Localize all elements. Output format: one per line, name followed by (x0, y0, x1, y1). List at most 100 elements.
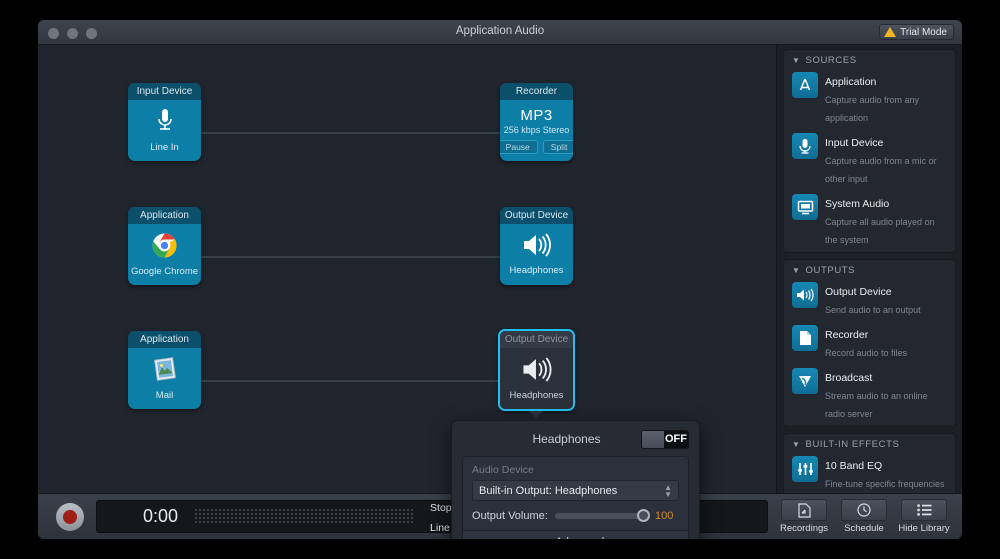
popover-title: Headphones (532, 432, 601, 446)
item-desc: Fine-tune specific frequencies (825, 479, 945, 489)
recorder-format: MP3 (520, 107, 553, 124)
output-volume-row: Output Volume: 100 (472, 509, 679, 522)
broadcast-icon (792, 368, 818, 394)
node-header: Application (128, 207, 201, 224)
record-dot-icon (63, 509, 77, 524)
chevron-right-icon: › (547, 536, 551, 540)
connection-line (201, 132, 546, 134)
recordings-button[interactable]: Recordings (778, 499, 830, 534)
document-icon (792, 325, 818, 351)
clock-icon (841, 499, 887, 521)
node-application-mail[interactable]: Application Mail (128, 331, 201, 409)
enable-toggle[interactable]: OFF (641, 429, 689, 449)
recordings-icon (781, 499, 827, 521)
pause-button[interactable]: Pause (500, 140, 538, 154)
item-title: 10 Band EQ (825, 460, 883, 472)
stepper-arrows-icon: ▲ ▼ (664, 482, 672, 499)
audio-device-label: Audio Device (472, 464, 534, 476)
recorder-buttons: Pause Split (500, 140, 573, 154)
warning-triangle-icon (884, 27, 897, 37)
node-header: Output Device (500, 331, 573, 348)
node-header: Input Device (128, 83, 201, 100)
record-button-wrap (38, 502, 96, 531)
sources-panel: ▼ SOURCES Application Capture audio from… (783, 49, 956, 253)
node-output-device-headphones[interactable]: Output Device Headphones (500, 207, 573, 285)
advanced-label: Advanced (555, 536, 604, 540)
hide-library-button[interactable]: Hide Library (898, 499, 950, 534)
schedule-label: Schedule (844, 523, 884, 534)
built-in-effects-header[interactable]: ▼ BUILT-IN EFFECTS (784, 434, 955, 453)
node-output-device-headphones-selected[interactable]: Output Device Headphones (498, 329, 575, 411)
outputs-title: OUTPUTS (805, 265, 856, 276)
schedule-button[interactable]: Schedule (838, 499, 890, 534)
node-header: Output Device (500, 207, 573, 224)
chevron-down-icon: ▼ (792, 440, 801, 449)
output-volume-slider[interactable] (554, 509, 650, 522)
trial-mode-label: Trial Mode (900, 26, 947, 38)
sidebar-item-recorder[interactable]: Recorder Record audio to files (784, 322, 955, 365)
node-label: Headphones (509, 265, 564, 276)
item-desc: Send audio to an output (825, 305, 921, 315)
monitor-icon (792, 194, 818, 220)
popover-card: Audio Device Built-in Output: Headphones… (462, 456, 689, 539)
item-title: Input Device (825, 137, 884, 149)
microphone-icon (155, 108, 175, 139)
slider-handle[interactable] (637, 509, 650, 522)
speaker-icon (521, 356, 553, 387)
toggle-label: OFF (664, 430, 688, 448)
audio-device-value: Built-in Output: Headphones (479, 484, 618, 497)
sidebar-item-output-device[interactable]: Output Device Send audio to an output (784, 279, 955, 322)
item-title: Application (825, 76, 877, 88)
sources-header[interactable]: ▼ SOURCES (784, 50, 955, 69)
toolbar-buttons: Recordings Schedule Hide Library (778, 499, 962, 534)
node-input-device-line-in[interactable]: Input Device Line In (128, 83, 201, 161)
item-desc: Stream audio to an online radio server (825, 391, 928, 419)
elapsed-timer: 0:00 (143, 506, 179, 526)
output-volume-label: Output Volume: (472, 510, 548, 522)
library-sidebar: ▼ SOURCES Application Capture audio from… (776, 45, 962, 539)
outputs-panel: ▼ OUTPUTS Output Device Send audio to an… (783, 259, 956, 427)
item-desc: Record audio to files (825, 348, 908, 358)
item-title: Output Device (825, 286, 892, 298)
item-desc: Capture audio from any application (825, 95, 920, 123)
record-button[interactable] (56, 502, 84, 531)
title-bar: Application Audio Trial Mode (38, 20, 962, 45)
speaker-icon (792, 282, 818, 308)
audio-device-select[interactable]: Built-in Output: Headphones ▲ ▼ (472, 480, 679, 501)
hide-library-label: Hide Library (898, 523, 950, 534)
advanced-disclosure[interactable]: › Advanced (463, 530, 688, 539)
connection-line (201, 380, 546, 382)
sidebar-item-input-device[interactable]: Input Device Capture audio from a mic or… (784, 130, 955, 191)
sources-title: SOURCES (805, 55, 857, 66)
level-meter (194, 508, 415, 525)
output-volume-value: 100 (655, 510, 674, 522)
chevron-down-icon: ▼ (792, 266, 801, 275)
item-title: Recorder (825, 329, 869, 341)
popover-header: Headphones OFF (462, 429, 689, 449)
sidebar-item-system-audio[interactable]: System Audio Capture all audio played on… (784, 191, 955, 252)
chrome-icon (152, 233, 177, 263)
toggle-knob (642, 430, 664, 448)
sidebar-item-application[interactable]: Application Capture audio from any appli… (784, 69, 955, 130)
node-label: Google Chrome (130, 265, 199, 277)
node-header: Application (128, 331, 201, 348)
split-button[interactable]: Split (542, 140, 573, 154)
app-window: Application Audio Trial Mode Input Devic… (38, 20, 962, 539)
item-title: Broadcast (825, 372, 873, 384)
sidebar-item-10-band-eq[interactable]: 10 Band EQ Fine-tune specific frequencie… (784, 453, 955, 496)
chevron-down-icon: ▼ (792, 56, 801, 65)
item-desc: Capture all audio played on the system (825, 217, 935, 245)
recorder-bitrate: 256 kbps Stereo (503, 125, 570, 135)
item-desc: Capture audio from a mic or other input (825, 156, 937, 184)
node-application-google-chrome[interactable]: Application Google Chrome (128, 207, 201, 285)
connection-line (201, 256, 546, 258)
node-label: Line In (150, 142, 179, 153)
recordings-label: Recordings (779, 523, 829, 534)
built-in-effects-title: BUILT-IN EFFECTS (805, 439, 900, 450)
sidebar-item-broadcast[interactable]: Broadcast Stream audio to an online radi… (784, 365, 955, 426)
node-recorder[interactable]: Recorder MP3 256 kbps Stereo Pause Split (500, 83, 573, 161)
trial-mode-badge[interactable]: Trial Mode (879, 24, 954, 40)
outputs-header[interactable]: ▼ OUTPUTS (784, 260, 955, 279)
node-label: Mail (155, 390, 174, 401)
popover-pointer (529, 411, 543, 418)
